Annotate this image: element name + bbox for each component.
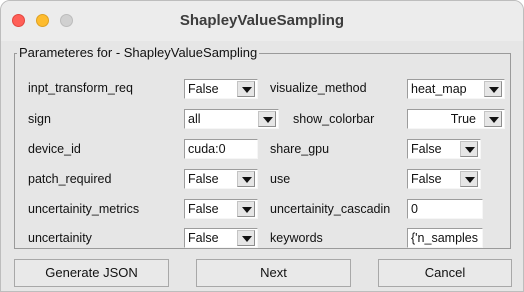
chevron-down-icon[interactable]	[484, 111, 502, 127]
generate-json-button[interactable]: Generate JSON	[14, 259, 169, 287]
use-label: use	[270, 172, 291, 186]
chevron-down-icon[interactable]	[484, 81, 502, 97]
share-gpu-select[interactable]: False	[407, 139, 481, 159]
visualize-method-select[interactable]: heat_map	[407, 79, 505, 99]
device-id-label: device_id	[28, 142, 81, 156]
uncertainity-label: uncertainity	[28, 231, 92, 245]
show-colorbar-label: show_colorbar	[293, 112, 375, 126]
device-id-input[interactable]: cuda:0	[184, 139, 258, 159]
sign-value: all	[188, 112, 201, 126]
chevron-down-icon[interactable]	[237, 81, 255, 97]
title-bar: ShapleyValueSampling	[1, 1, 523, 41]
sign-label: sign	[28, 112, 51, 126]
uncertainity-metrics-label: uncertainity_metrics	[28, 202, 140, 216]
visualize-method-label: visualize_method	[270, 81, 367, 95]
keywords-label: keywords	[270, 231, 323, 245]
show-colorbar-value: True	[450, 112, 476, 126]
show-colorbar-select[interactable]: True	[407, 109, 505, 129]
share-gpu-label: share_gpu	[270, 142, 330, 156]
chevron-down-icon[interactable]	[237, 230, 255, 246]
patch-required-select[interactable]: False	[184, 169, 258, 189]
use-select[interactable]: False	[407, 169, 481, 189]
cancel-button[interactable]: Cancel	[378, 259, 512, 287]
dialog-window: ShapleyValueSampling Parameteres for - S…	[0, 0, 524, 292]
visualize-method-value: heat_map	[411, 82, 467, 96]
inpt-transform-req-select[interactable]: False	[184, 79, 258, 99]
uncertainity-select[interactable]: False	[184, 228, 258, 248]
sign-select[interactable]: all	[184, 109, 279, 129]
uncertainity-value: False	[188, 231, 219, 245]
keywords-input[interactable]: {'n_samples	[407, 228, 483, 248]
share-gpu-value: False	[411, 142, 442, 156]
parameters-group-legend: Parameteres for - ShapleyValueSampling	[17, 45, 260, 60]
inpt-transform-req-value: False	[188, 82, 219, 96]
chevron-down-icon[interactable]	[237, 201, 255, 217]
window-title: ShapleyValueSampling	[179, 12, 345, 29]
uncertainity-metrics-select[interactable]: False	[184, 199, 258, 219]
next-button[interactable]: Next	[196, 259, 351, 287]
use-value: False	[411, 172, 442, 186]
chevron-down-icon[interactable]	[460, 141, 478, 157]
patch-required-value: False	[188, 172, 219, 186]
chevron-down-icon[interactable]	[460, 171, 478, 187]
chevron-down-icon[interactable]	[237, 171, 255, 187]
uncertainity-cascading-label: uncertainity_cascadin	[270, 202, 391, 216]
patch-required-label: patch_required	[28, 172, 112, 186]
chevron-down-icon[interactable]	[258, 111, 276, 127]
uncertainity-cascading-input[interactable]: 0	[407, 199, 483, 219]
inpt-transform-req-label: inpt_transform_req	[28, 81, 133, 95]
uncertainity-metrics-value: False	[188, 202, 219, 216]
